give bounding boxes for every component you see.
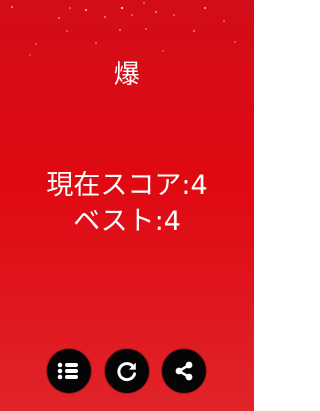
list-icon: [57, 362, 78, 380]
game-over-screen: 爆 現在スコア:4 ベスト:4: [0, 0, 254, 411]
share-icon: [175, 361, 193, 381]
ranking-list-button[interactable]: [47, 349, 91, 393]
retry-button[interactable]: [105, 349, 149, 393]
result-title: 爆: [113, 60, 141, 90]
score-summary: 現在スコア:4 ベスト:4: [0, 168, 254, 240]
best-score-text: ベスト:4: [73, 206, 181, 237]
action-buttons: [0, 349, 254, 395]
share-button[interactable]: [162, 349, 206, 393]
refresh-icon: [117, 362, 137, 382]
current-score-text: 現在スコア:4: [46, 170, 208, 201]
